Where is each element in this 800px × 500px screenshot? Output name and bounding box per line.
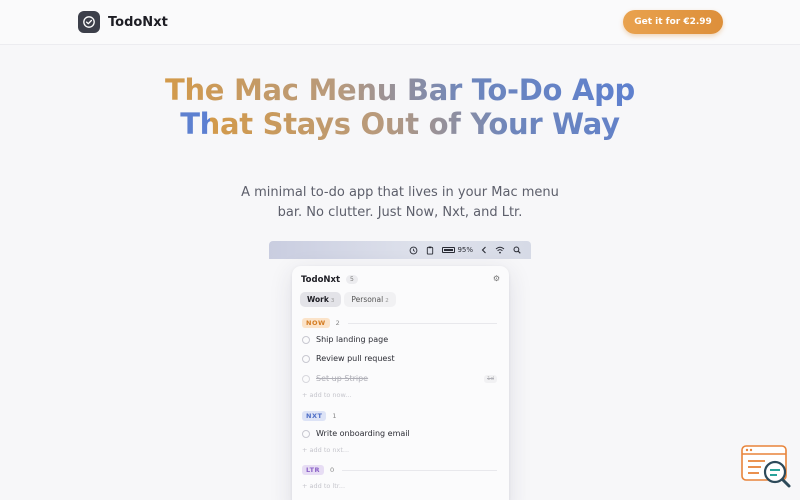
section-count: 1 [332, 412, 337, 420]
clipboard-icon[interactable] [426, 246, 434, 255]
section-count: 2 [335, 319, 340, 327]
tab-label: Work [307, 295, 329, 304]
task-age-badge: 1d [484, 374, 497, 383]
task-text: Set up Stripe [316, 374, 369, 383]
battery-fill [444, 249, 453, 251]
tab-label: Personal [351, 295, 384, 304]
gear-icon[interactable]: ⚙ [493, 274, 500, 283]
task-item[interactable]: Write onboarding email [302, 429, 497, 438]
task-text: Review pull request [316, 354, 395, 363]
clock-icon[interactable] [409, 246, 418, 255]
tab-count: 3 [330, 298, 335, 304]
hero-title-text: The Mac Menu Bar To-Do App That Stays Ou… [164, 73, 636, 141]
checkbox[interactable] [302, 429, 310, 438]
brand-name: TodoNxt [108, 14, 168, 30]
add-task-input[interactable]: + add to nxt... [302, 446, 349, 454]
battery-icon [442, 247, 456, 253]
section-label: NOW [302, 318, 330, 328]
battery-percent: 95% [457, 246, 473, 254]
top-nav: TodoNxt Get it for €2.99 [0, 0, 800, 45]
checkmark-circle-icon [78, 11, 100, 33]
add-task-input[interactable]: + add to now... [302, 391, 351, 399]
tab-personal[interactable]: Personal 2 [344, 292, 396, 307]
battery-indicator[interactable]: 95% [442, 246, 473, 254]
checkbox[interactable] [302, 374, 310, 383]
todo-panel: TodoNxt 5 ⚙ Work 3 Personal 2 NOW 2 Ship l… [292, 266, 509, 500]
checkbox[interactable] [302, 354, 310, 363]
task-item[interactable]: Review pull request [302, 354, 497, 363]
tab-count: 2 [385, 298, 389, 304]
divider [342, 469, 497, 471]
hero-title: The Mac Menu Bar To-Do App That Stays Ou… [150, 73, 650, 141]
brand[interactable]: TodoNxt [78, 11, 168, 33]
wifi-icon[interactable] [495, 246, 505, 254]
hero-subtitle: A minimal to-do app that lives in your M… [241, 185, 559, 220]
get-it-button[interactable]: Get it for €2.99 [623, 10, 723, 34]
checkbox[interactable] [302, 335, 310, 344]
section-count: 0 [330, 466, 335, 474]
task-text: Ship landing page [316, 335, 389, 344]
chevron-left-icon[interactable] [481, 246, 487, 254]
search-help-icon[interactable] [741, 445, 793, 490]
section-nxt: NXT 1 [302, 411, 497, 421]
task-item[interactable]: Set up Stripe 1d [302, 374, 497, 383]
section-now: NOW 2 [302, 318, 497, 328]
search-icon[interactable] [513, 246, 521, 254]
section-label: NXT [302, 411, 327, 421]
add-task-input[interactable]: + add to ltr... [302, 482, 345, 490]
mac-menu-bar: 95% [269, 241, 531, 259]
section-label: LTR [302, 465, 325, 475]
panel-title: TodoNxt [301, 275, 341, 285]
list-tabs: Work 3 Personal 2 [300, 292, 399, 307]
task-item[interactable]: Ship landing page [302, 335, 497, 344]
section-ltr: LTR 0 [302, 465, 497, 475]
divider [347, 322, 497, 324]
panel-count-badge: 5 [346, 275, 358, 284]
task-text: Write onboarding email [316, 429, 410, 438]
tab-work[interactable]: Work 3 [300, 292, 342, 307]
